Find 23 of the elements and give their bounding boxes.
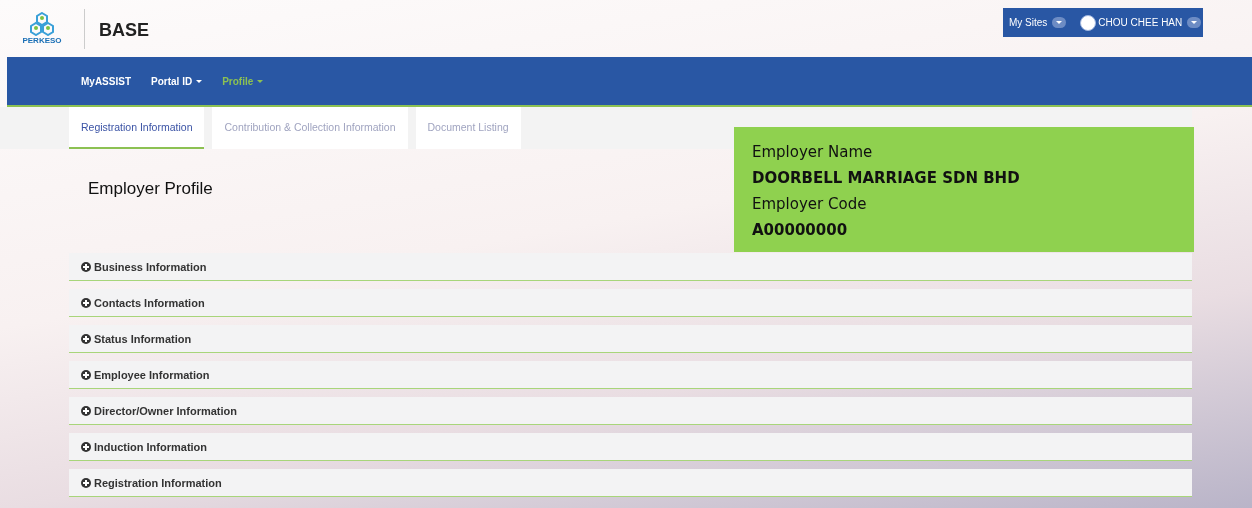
caret-icon [1052,17,1067,28]
avatar-icon [1080,14,1097,31]
caret-icon [1187,17,1202,28]
accordion-header[interactable]: Induction Information [69,433,1192,461]
employer-name: DOORBELL MARRIAGE SDN BHD [752,168,1021,189]
page-title: Employer Profile [88,179,213,199]
my-sites-link[interactable]: My Sites [1009,17,1048,28]
accordion-header[interactable]: Business Information [69,253,1192,281]
field-label: Employer Code [752,194,868,215]
field-label: Employer Name [752,142,874,163]
employer-code: A00000000 [752,220,849,241]
logo-text: PERKESO [22,36,62,45]
accordion-header[interactable]: Registration Information [69,469,1192,497]
nav-link[interactable]: Portal ID [151,75,203,87]
accordion-header[interactable]: Director/Owner Information [69,397,1192,425]
accordion-header[interactable]: Contacts Information [69,289,1192,317]
user-name-link[interactable]: CHOU CHEE HAN [1098,17,1183,28]
nav-link[interactable]: MyASSIST [81,75,131,87]
logo-icon [29,12,55,36]
app-title: BASE [99,20,149,41]
tab[interactable]: Registration Information [69,107,205,149]
accordion-header[interactable]: Status Information [69,325,1192,353]
accordion-header[interactable]: Employee Information [69,361,1192,389]
